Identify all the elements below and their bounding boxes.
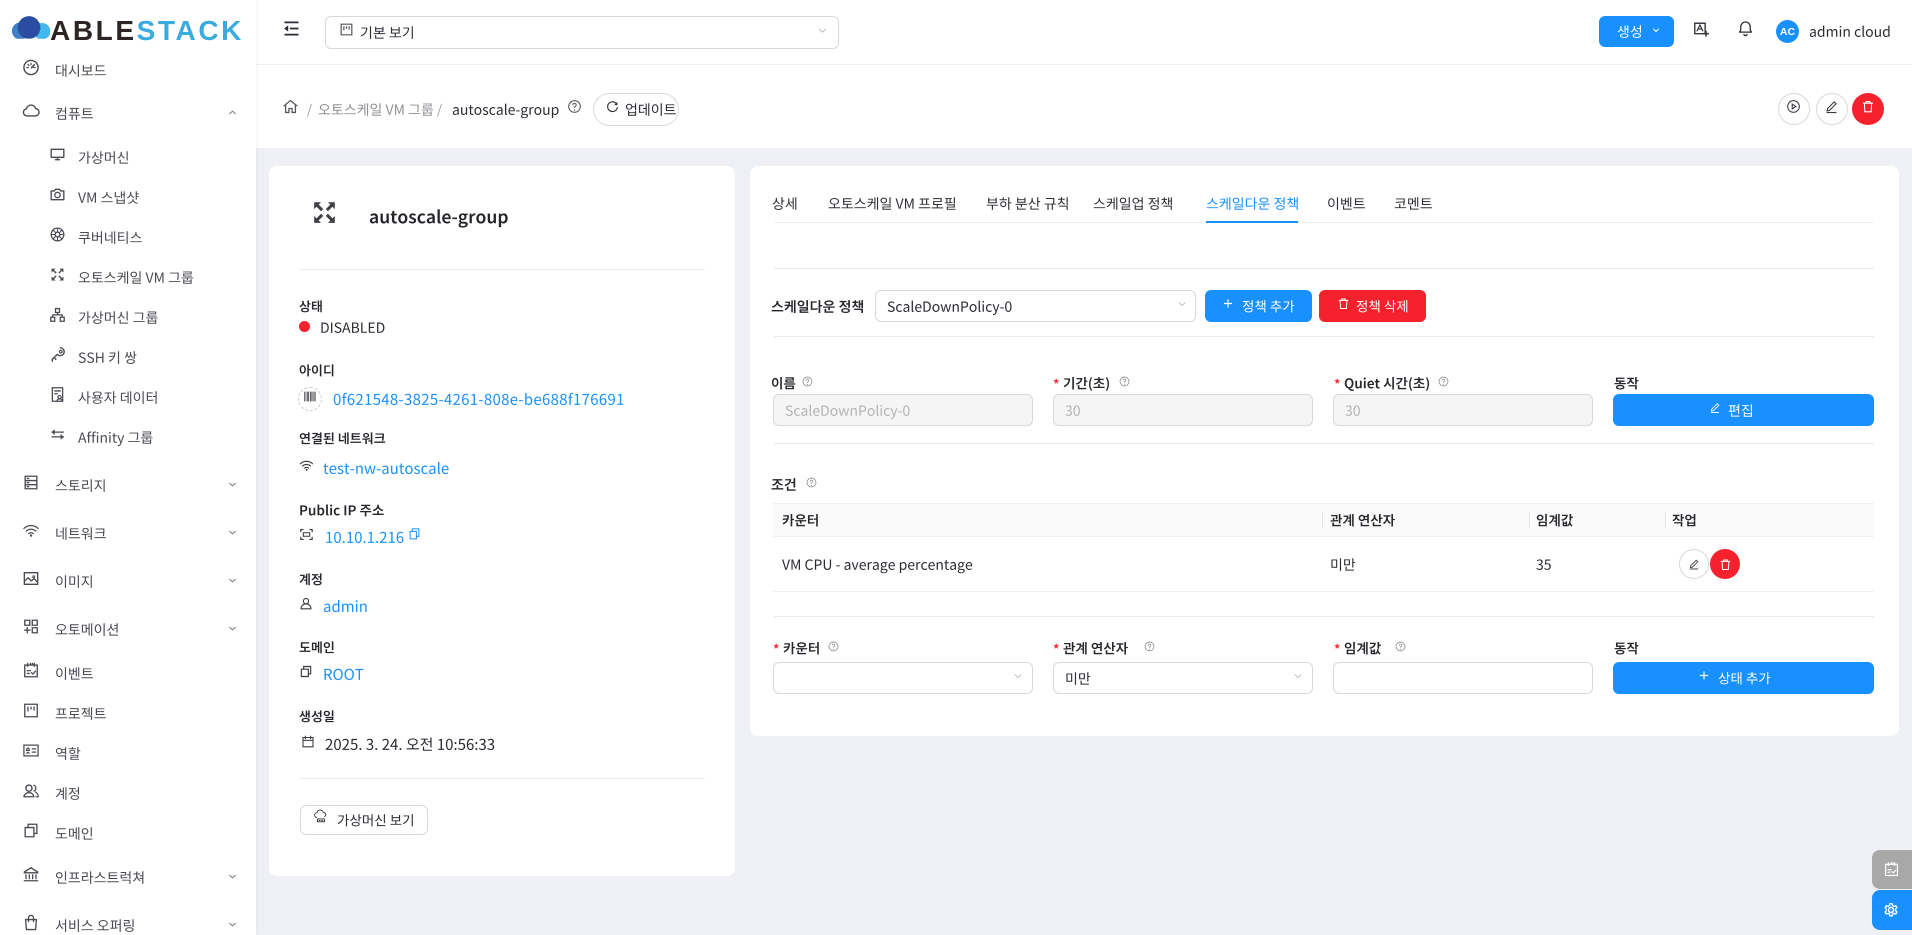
svg-text:ABLESTACK: ABLESTACK [50, 15, 244, 46]
